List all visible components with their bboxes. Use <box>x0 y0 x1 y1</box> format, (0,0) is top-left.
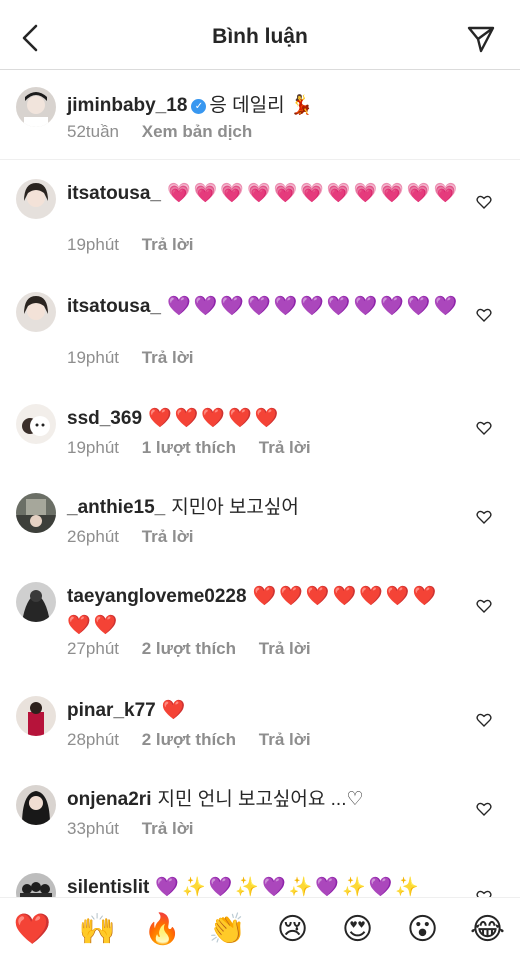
comment-time: 26phút <box>67 527 119 546</box>
like-heart-icon[interactable] <box>476 420 492 436</box>
comment-body: pinar_k77 ❤️ <box>67 696 462 725</box>
like-count[interactable]: 2 lượt thích <box>142 639 236 659</box>
comment-time: 19phút <box>67 438 119 457</box>
comment-username[interactable]: _anthie15_ <box>67 497 165 518</box>
like-heart-icon[interactable] <box>476 307 492 323</box>
like-heart-icon[interactable] <box>476 712 492 728</box>
post-caption: jiminbaby_18 ✓ 응 데일리 💃 52tuần Xem bản dịch <box>0 70 520 160</box>
like-heart-icon[interactable] <box>476 598 492 614</box>
reply-button[interactable]: Trả lời <box>259 438 311 458</box>
quick-reaction-bar: ❤️ 🙌 🔥 👏 😢 😍 😮 😂 <box>0 897 520 960</box>
fire-reaction-icon[interactable]: 🔥 <box>143 909 183 949</box>
comment-meta: 19phút Trả lời <box>67 348 212 368</box>
comment-meta: 28phút 2 lượt thích Trả lời <box>67 730 329 750</box>
reply-button[interactable]: Trả lời <box>142 819 194 839</box>
caption-emoji: 💃 <box>289 94 314 116</box>
like-heart-icon[interactable] <box>476 801 492 817</box>
comment-meta: 19phút 1 lượt thích Trả lời <box>67 438 329 458</box>
avatar[interactable] <box>16 493 56 533</box>
comment-body: itsatousa_ 💗💗💗💗💗💗💗💗💗💗💗 <box>67 179 462 208</box>
heart-reaction-icon[interactable]: ❤️ <box>13 909 53 949</box>
comment-text: 💜💜💜💜💜💜💜💜💜💜💜 <box>166 295 461 317</box>
comment-username[interactable]: taeyangloveme0228 <box>67 586 247 607</box>
like-count[interactable]: 2 lượt thích <box>142 730 236 750</box>
laughing-face-reaction-icon[interactable]: 😂 <box>468 909 508 949</box>
comment-body: taeyangloveme0228 ❤️❤️❤️❤️❤️❤️❤️❤️❤️ <box>67 582 462 640</box>
comment-meta: 27phút 2 lượt thích Trả lời <box>67 639 329 659</box>
verified-badge-icon: ✓ <box>191 99 207 114</box>
comment-username[interactable]: onjena2ri <box>67 789 151 810</box>
comment-time: 33phút <box>67 819 119 838</box>
comment-username[interactable]: itsatousa_ <box>67 183 161 204</box>
reply-button[interactable]: Trả lời <box>259 730 311 750</box>
comment-body: onjena2ri 지민 언니 보고싶어요 ...♡ <box>67 785 462 814</box>
avatar[interactable] <box>16 179 56 219</box>
reply-button[interactable]: Trả lời <box>142 235 194 255</box>
reply-button[interactable]: Trả lời <box>142 527 194 547</box>
comment-username[interactable]: silentislit <box>67 877 149 898</box>
page-title: Bình luận <box>212 25 308 48</box>
comment-time: 19phút <box>67 348 119 367</box>
comment-text: ❤️❤️❤️❤️❤️ <box>148 407 282 429</box>
comment-username[interactable]: itsatousa_ <box>67 296 161 317</box>
caption-text: 응 데일리 <box>209 95 285 116</box>
like-count[interactable]: 1 lượt thích <box>142 438 236 458</box>
like-heart-icon[interactable] <box>476 194 492 210</box>
avatar[interactable] <box>16 404 56 444</box>
top-bar: Bình luận <box>0 0 520 70</box>
comment-text: 지민 언니 보고싶어요 ...♡ <box>157 789 364 810</box>
reply-button[interactable]: Trả lời <box>259 639 311 659</box>
caption-meta: 52tuần Xem bản dịch <box>67 122 270 142</box>
send-icon[interactable] <box>466 24 496 54</box>
see-translation-link[interactable]: Xem bản dịch <box>142 122 253 142</box>
like-heart-icon[interactable] <box>476 509 492 525</box>
avatar[interactable] <box>16 582 56 622</box>
comment-text: 💜✨💜✨💜✨💜✨💜✨ <box>155 876 422 898</box>
crying-face-reaction-icon[interactable]: 😢 <box>273 909 313 949</box>
comment-meta: 26phút Trả lời <box>67 527 212 547</box>
clapping-reaction-icon[interactable]: 👏 <box>208 909 248 949</box>
comment-username[interactable]: pinar_k77 <box>67 700 156 721</box>
comment-time: 28phút <box>67 730 119 749</box>
caption-time: 52tuần <box>67 122 119 141</box>
avatar[interactable] <box>16 292 56 332</box>
comment-meta: 19phút Trả lời <box>67 235 212 255</box>
heart-eyes-reaction-icon[interactable]: 😍 <box>338 909 378 949</box>
reply-button[interactable]: Trả lời <box>142 348 194 368</box>
comment-meta: 33phút Trả lời <box>67 819 212 839</box>
comment-time: 19phút <box>67 235 119 254</box>
caption-text-line: jiminbaby_18 ✓ 응 데일리 💃 <box>67 90 314 117</box>
comment-text: 지민아 보고싶어 <box>171 497 299 518</box>
comment-time: 27phút <box>67 639 119 658</box>
avatar[interactable] <box>16 785 56 825</box>
avatar[interactable] <box>16 696 56 736</box>
comment-text: 💗💗💗💗💗💗💗💗💗💗💗 <box>166 182 461 204</box>
comment-body: _anthie15_ 지민아 보고싶어 <box>67 493 462 522</box>
comment-text: ❤️ <box>161 699 189 721</box>
avatar[interactable] <box>16 87 56 127</box>
comment-body: ssd_369 ❤️❤️❤️❤️❤️ <box>67 404 462 433</box>
surprised-face-reaction-icon[interactable]: 😮 <box>403 909 443 949</box>
comment-body: itsatousa_ 💜💜💜💜💜💜💜💜💜💜💜 <box>67 292 462 321</box>
raised-hands-reaction-icon[interactable]: 🙌 <box>78 909 118 949</box>
comment-username[interactable]: ssd_369 <box>67 408 142 429</box>
caption-username[interactable]: jiminbaby_18 <box>67 95 187 116</box>
